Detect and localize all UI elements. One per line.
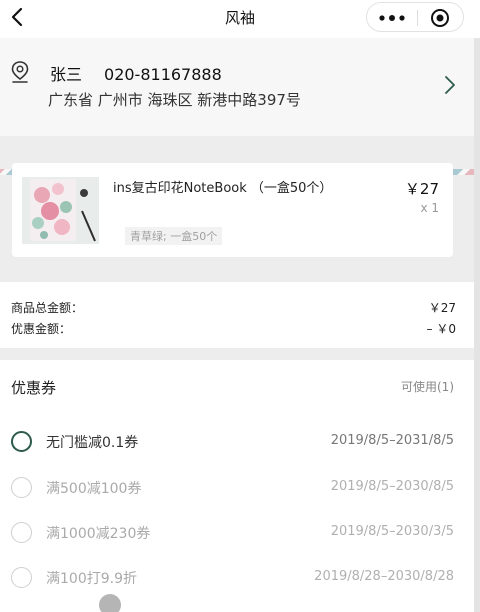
goods-total-row: 商品总金额： ￥27 <box>11 299 456 316</box>
order-totals: 商品总金额： ￥27 优惠金额： – ￥0 <box>0 282 474 348</box>
coupon-dates: 2019/8/5–2030/3/5 <box>330 524 454 539</box>
recipient-line: 张三 020-81167888 <box>50 61 222 85</box>
coupon-name: 满100打9.9折 <box>46 571 137 587</box>
product-name: ins复古印花NoteBook （一盒50个） <box>113 181 333 196</box>
more-dots-icon[interactable] <box>379 15 405 21</box>
product-card[interactable]: ins复古印花NoteBook （一盒50个） ￥27 x 1 青草绿; 一盒5… <box>12 163 453 257</box>
product-price: ￥27 <box>404 180 439 198</box>
location-pin-icon <box>11 61 29 83</box>
coupon-radio[interactable] <box>11 567 32 588</box>
recipient-phone: 020-81167888 <box>104 65 222 84</box>
discount-value: – ￥0 <box>426 322 456 336</box>
coupon-section-title: 优惠券 <box>11 379 57 397</box>
coupon-dates: 2019/8/5–2031/8/5 <box>330 433 454 448</box>
coupon-item[interactable]: 无门槛减0.1券 2019/8/5–2031/8/5 <box>0 426 474 456</box>
coupon-name: 满1000减230券 <box>46 526 151 542</box>
menu-capsule <box>366 2 464 32</box>
product-sku-tag: 青草绿; 一盒50个 <box>125 227 223 245</box>
product-quantity: x 1 <box>420 201 439 215</box>
recipient-name: 张三 <box>50 65 83 84</box>
discount-row: 优惠金额： – ￥0 <box>11 320 456 337</box>
target-circle-icon[interactable] <box>430 8 450 28</box>
coupon-available-count: 可使用(1) <box>401 380 454 394</box>
goods-total-label: 商品总金额： <box>11 301 84 315</box>
coupon-radio[interactable] <box>11 477 32 498</box>
coupon-dates: 2019/8/28–2030/8/28 <box>314 569 454 584</box>
scroll-edge <box>474 38 480 612</box>
coupon-item[interactable]: 满100打9.9折 2019/8/28–2030/8/28 <box>0 562 474 592</box>
product-thumbnail <box>22 177 99 244</box>
address-card[interactable]: 张三 020-81167888 广东省 广州市 海珠区 新港中路397号 <box>0 38 474 175</box>
coupon-radio[interactable] <box>11 431 32 452</box>
coupon-name: 无门槛减0.1券 <box>46 435 139 451</box>
coupon-name: 满500减100券 <box>46 481 142 497</box>
coupon-radio[interactable] <box>11 522 32 543</box>
navigation-bar: 风袖 <box>0 0 480 38</box>
floating-touch-button[interactable] <box>99 594 121 612</box>
coupon-item[interactable]: 满1000减230券 2019/8/5–2030/3/5 <box>0 517 474 547</box>
coupon-section: 优惠券 可使用(1) 无门槛减0.1券 2019/8/5–2031/8/5 满5… <box>0 360 474 612</box>
coupon-item[interactable]: 满500减100券 2019/8/5–2030/8/5 <box>0 472 474 502</box>
coupon-dates: 2019/8/5–2030/8/5 <box>330 479 454 494</box>
address-detail: 广东省 广州市 海珠区 新港中路397号 <box>48 91 301 109</box>
capsule-divider <box>417 10 418 26</box>
goods-total-value: ￥27 <box>428 301 456 315</box>
discount-label: 优惠金额： <box>11 322 72 336</box>
chevron-right-icon <box>445 76 455 94</box>
